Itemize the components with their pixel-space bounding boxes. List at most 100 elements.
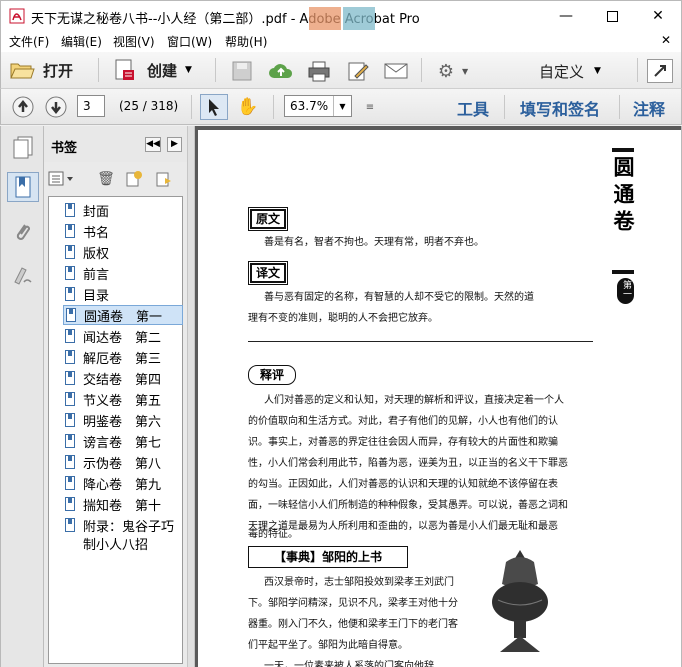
side-title-bar-top	[612, 148, 634, 152]
bookmark-item[interactable]: 谤言卷 第七	[65, 431, 161, 451]
page-number-input[interactable]: 3	[77, 95, 105, 117]
zoom-dropdown-icon[interactable]: ▼	[333, 96, 351, 116]
acrobat-app-icon[interactable]	[9, 8, 25, 24]
bookmark-item[interactable]: 解厄卷 第三	[65, 347, 161, 367]
signatures-button[interactable]	[7, 260, 39, 290]
bookmark-page-icon	[66, 308, 76, 322]
upload-button[interactable]	[267, 59, 295, 83]
bookmark-page-icon	[65, 413, 75, 427]
bookmark-page-icon	[65, 392, 75, 406]
bookmark-item[interactable]: 示伪卷 第八	[65, 452, 161, 472]
arrow-up-icon	[12, 96, 34, 118]
bookmark-options-button[interactable]	[47, 170, 75, 188]
fullscreen-button[interactable]	[647, 59, 673, 83]
print-button[interactable]	[306, 59, 332, 83]
menu-window[interactable]: 窗口(W)	[167, 33, 212, 50]
navigation-pane	[0, 126, 44, 667]
shiping-line: 性，小人们常会利用此节，陷善为恶，诬美为丑，以正当的名义干下罪恶	[248, 458, 568, 469]
open-button[interactable]: 打开	[9, 57, 73, 83]
panel-splitter[interactable]	[187, 126, 195, 667]
email-button[interactable]	[382, 59, 410, 83]
customize-button[interactable]: 自定义 ▼	[539, 60, 601, 82]
navigation-toolbar: 3 (25 / 318) ✋ 63.7% ▼ ≡ 工具 填写和签名 注释	[0, 89, 682, 125]
bookmarks-toolbar: 🗑	[44, 162, 187, 196]
shiping-line: 面，一味轻信小人们所制造的种种假象，受其愚弄。可以说，善恶之词和	[248, 500, 568, 511]
maximize-button[interactable]	[589, 1, 635, 31]
delete-bookmark-button[interactable]: 🗑	[97, 170, 115, 188]
title-bar: 天下无谋之秘卷八书--小人经（第二部）.pdf - Adobe Acrobat …	[0, 0, 682, 41]
new-bookmark-button[interactable]	[124, 170, 144, 188]
expand-icon	[654, 65, 666, 77]
menu-help[interactable]: 帮助(H)	[225, 33, 267, 50]
yuanwen-text: 善是有名，智者不拘也。天理有常，明者不弃也。	[264, 237, 484, 248]
side-chapter-title: 圆通卷	[611, 156, 636, 237]
collapse-panel-button[interactable]: ◀◀	[145, 137, 161, 152]
pages-icon	[13, 136, 33, 159]
shiping-heading: 释评	[248, 365, 296, 385]
close-document-icon[interactable]: ✕	[661, 33, 671, 47]
page-thumbnails-button[interactable]	[7, 132, 39, 162]
bookmark-page-icon	[65, 266, 75, 280]
previous-page-button[interactable]	[11, 95, 35, 119]
side-title-bar-bottom	[612, 270, 634, 274]
minimize-button[interactable]: —	[543, 1, 589, 31]
zoom-value: 63.7%	[290, 99, 329, 113]
more-options-icon: ≡	[365, 101, 375, 113]
create-dropdown-icon: ▼	[185, 65, 192, 75]
panel-options-button[interactable]: ▶	[167, 137, 182, 152]
expand-bookmark-button[interactable]	[154, 170, 174, 188]
bookmark-page-icon	[65, 455, 75, 469]
bookmark-item[interactable]: 交结卷 第四	[65, 368, 161, 388]
bookmark-item[interactable]: 明鉴卷 第六	[65, 410, 161, 430]
next-page-button[interactable]	[44, 95, 68, 119]
document-view[interactable]: 圆通卷 第一 原文 善是有名，智者不拘也。天理有常，明者不弃也。 译文 善与恶有…	[195, 126, 682, 667]
shidian-line: 下。邹阳学问精深，见识不凡，梁孝王对他十分	[248, 598, 458, 609]
tools-pane-button[interactable]: 工具	[457, 96, 489, 120]
bookmark-item[interactable]: 前言	[65, 263, 109, 283]
edit-button[interactable]	[345, 59, 371, 83]
bookmarks-header: 书签 ◀◀ ▶	[44, 126, 187, 162]
bookmarks-button[interactable]	[7, 172, 39, 202]
new-bookmark-icon	[126, 171, 142, 187]
gear-icon: ⚙	[437, 60, 454, 82]
bookmark-page-icon	[65, 497, 75, 511]
menu-bar: 文件(F) 编辑(E) 视图(V) 窗口(W) 帮助(H) ✕	[0, 30, 682, 52]
bookmark-item-continuation[interactable]: 制小人八招	[83, 533, 148, 553]
bookmark-item[interactable]: 附录：鬼谷子巧	[65, 515, 174, 535]
bookmark-item[interactable]: 揣知卷 第十	[65, 494, 161, 514]
shidian-line: 西汉景帝时，志士邹阳投效到梁孝王刘武门	[264, 577, 454, 588]
bookmark-item[interactable]: 节义卷 第五	[65, 389, 161, 409]
bookmark-item[interactable]: 版权	[65, 242, 109, 262]
bookmark-item[interactable]: 书名	[65, 221, 109, 241]
select-tool-button[interactable]	[200, 94, 228, 120]
bookmark-item-selected[interactable]: 圆通卷 第一	[63, 305, 183, 325]
zoom-select[interactable]: 63.7% ▼	[284, 95, 352, 117]
bookmark-icon	[15, 176, 31, 198]
menu-view[interactable]: 视图(V)	[113, 33, 155, 50]
bookmark-list: 封面 书名 版权 前言 目录 圆通卷 第一 闻达卷 第二 解厄卷 第三 交结卷 …	[48, 196, 183, 664]
bookmark-item[interactable]: 闻达卷 第二	[65, 326, 161, 346]
comment-pane-button[interactable]: 注释	[633, 96, 665, 120]
settings-button[interactable]: ⚙ ▼	[433, 60, 473, 82]
page-count: (25 / 318)	[119, 99, 179, 113]
create-button[interactable]: 创建 ▼	[113, 57, 192, 83]
close-window-button[interactable]: ✕	[635, 1, 681, 31]
bookmark-page-icon	[65, 245, 75, 259]
fill-sign-pane-button[interactable]: 填写和签名	[520, 96, 600, 120]
bookmark-item[interactable]: 目录	[65, 284, 109, 304]
save-icon	[232, 61, 252, 81]
hand-tool-button[interactable]: ✋	[235, 94, 261, 120]
menu-file[interactable]: 文件(F)	[9, 33, 49, 50]
bookmark-page-icon	[65, 371, 75, 385]
bookmark-item[interactable]: 封面	[65, 200, 109, 220]
customize-dropdown-icon: ▼	[594, 66, 601, 76]
toolbar-options-button[interactable]: ≡	[363, 99, 377, 115]
save-button[interactable]	[229, 59, 255, 83]
bookmark-item[interactable]: 降心卷 第九	[65, 473, 161, 493]
attachments-button[interactable]	[7, 218, 39, 248]
shidian-line: 一天，一位素来被人奚落的门客向他辞	[264, 661, 434, 667]
shidian-line: 器重。刚入门不久，他便和梁孝王门下的老门客	[248, 619, 458, 630]
options-menu-icon	[48, 171, 73, 186]
menu-edit[interactable]: 编辑(E)	[61, 33, 102, 50]
customize-label: 自定义	[539, 62, 585, 81]
